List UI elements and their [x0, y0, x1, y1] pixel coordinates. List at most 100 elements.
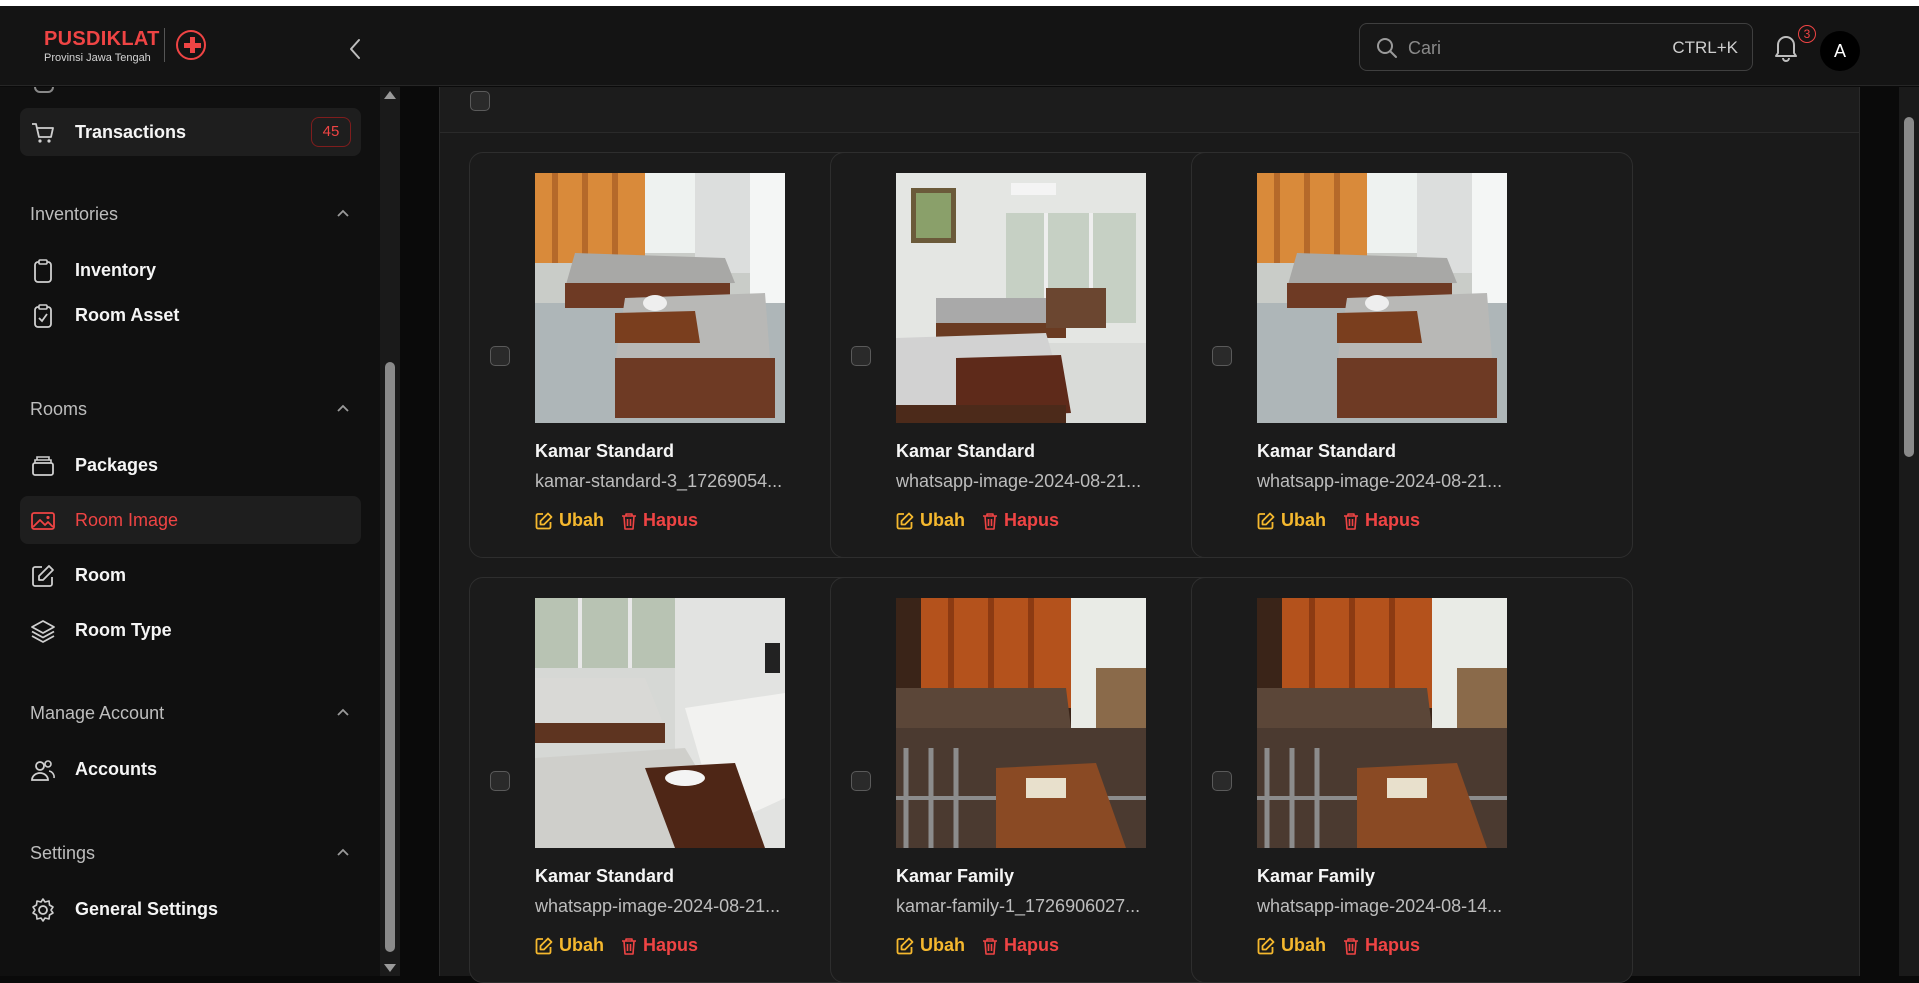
delete-label: Hapus [1004, 935, 1060, 955]
edit-button[interactable]: Ubah [896, 510, 965, 531]
card-title: Kamar Family [896, 866, 1015, 886]
room-image-panel: Kamar Standard kamar-standard-3_17269054… [439, 87, 1860, 983]
sidebar-scrollbar[interactable] [380, 87, 400, 976]
sidebar-item-room-asset[interactable]: Room Asset [20, 291, 361, 339]
layers-icon [31, 620, 55, 643]
section-title: Settings [30, 843, 96, 863]
chevron-up-icon [337, 708, 349, 716]
delete-label: Hapus [643, 935, 699, 955]
edit-icon [535, 937, 553, 954]
section-manage-account-toggle[interactable]: Manage Account [30, 699, 350, 729]
edit-icon [32, 565, 54, 587]
section-settings-toggle[interactable]: Settings [30, 839, 350, 869]
card-checkbox[interactable] [851, 771, 871, 791]
card-title: Kamar Standard [535, 866, 675, 886]
delete-label: Hapus [1365, 935, 1421, 955]
room-photo[interactable] [1257, 598, 1507, 848]
brand-logo[interactable]: PUSDIKLAT Provinsi Jawa Tengah [44, 26, 214, 70]
edit-icon [1257, 937, 1275, 954]
sidebar-item-label: Room Image [75, 510, 179, 530]
main-scrollbar[interactable] [1899, 87, 1919, 976]
delete-button[interactable]: Hapus [1343, 510, 1420, 531]
search-box[interactable]: CTRL+K [1359, 23, 1753, 71]
room-photo[interactable] [535, 598, 785, 848]
delete-button[interactable]: Hapus [982, 935, 1059, 956]
table-header [440, 87, 1859, 133]
cog-icon [32, 898, 54, 922]
card-filename: kamar-standard-3_17269054... [535, 471, 783, 491]
delete-button[interactable]: Hapus [1343, 935, 1420, 956]
users-icon [31, 760, 55, 781]
sidebar-item-label: Room Type [75, 620, 172, 640]
card-title: Kamar Family [1257, 866, 1376, 886]
notifications-button[interactable] [1772, 32, 1802, 66]
sidebar-item-label: Accounts [75, 759, 158, 779]
chevron-left-icon [350, 39, 360, 59]
section-title: Rooms [30, 399, 88, 419]
clipboard-icon [34, 259, 52, 283]
chevron-up-icon [337, 848, 349, 856]
select-all-checkbox[interactable] [470, 91, 490, 111]
sidebar-item-room-image[interactable]: Room Image [20, 496, 361, 544]
sidebar-item-label: General Settings [75, 899, 219, 919]
sidebar-item-room[interactable]: Room [20, 551, 361, 599]
room-photo-image [535, 173, 785, 423]
bell-icon [1775, 36, 1797, 62]
clipboard-check-icon [34, 304, 52, 328]
delete-button[interactable]: Hapus [982, 510, 1059, 531]
section-title: Manage Account [30, 703, 165, 723]
scrolled-partial-icon [34, 87, 54, 93]
scrollbar-thumb[interactable] [385, 362, 395, 952]
edit-button[interactable]: Ubah [1257, 510, 1326, 531]
scroll-down-arrow-icon[interactable] [384, 964, 396, 972]
chevron-up-icon [337, 404, 349, 412]
room-photo[interactable] [535, 173, 785, 423]
edit-icon [896, 937, 914, 954]
edit-button[interactable]: Ubah [896, 935, 965, 956]
sidebar-item-transactions[interactable]: Transactions 45 [20, 108, 361, 156]
stack-icon [32, 456, 54, 476]
section-rooms-toggle[interactable]: Rooms [30, 395, 350, 425]
sidebar: Transactions 45 Inventories Inventory Ro… [0, 87, 380, 976]
card-checkbox[interactable] [1212, 771, 1232, 791]
room-photo[interactable] [1257, 173, 1507, 423]
room-photo-image [535, 598, 785, 848]
section-title: Inventories [30, 204, 119, 224]
delete-button[interactable]: Hapus [621, 510, 698, 531]
sidebar-item-inventory[interactable]: Inventory [20, 246, 361, 294]
sidebar-item-general-settings[interactable]: General Settings [20, 885, 361, 933]
room-photo[interactable] [896, 598, 1146, 848]
image-card: Kamar Standard whatsapp-image-2024-08-21… [1191, 152, 1633, 558]
user-avatar[interactable]: A [1820, 31, 1860, 71]
room-photo[interactable] [896, 173, 1146, 423]
search-input[interactable] [1408, 34, 1638, 62]
room-photo-image [1257, 598, 1507, 848]
edit-button[interactable]: Ubah [1257, 935, 1326, 956]
card-checkbox[interactable] [851, 346, 871, 366]
edit-button[interactable]: Ubah [535, 510, 604, 531]
chevron-up-icon [337, 209, 349, 217]
sidebar-item-room-type[interactable]: Room Type [20, 606, 361, 654]
card-checkbox[interactable] [490, 771, 510, 791]
image-card: Kamar Family whatsapp-image-2024-08-14..… [1191, 577, 1633, 983]
edit-button[interactable]: Ubah [535, 935, 604, 956]
section-inventories-toggle[interactable]: Inventories [30, 200, 350, 230]
sidebar-item-accounts[interactable]: Accounts [20, 745, 361, 793]
scrollbar-thumb[interactable] [1904, 117, 1914, 457]
delete-label: Hapus [643, 510, 699, 530]
card-checkbox[interactable] [490, 346, 510, 366]
edit-label: Ubah [559, 510, 604, 530]
collapse-sidebar-button[interactable] [340, 34, 370, 64]
delete-label: Hapus [1365, 510, 1421, 530]
sidebar-item-packages[interactable]: Packages [20, 441, 361, 489]
card-title: Kamar Standard [1257, 441, 1397, 461]
sidebar-item-label: Packages [75, 455, 159, 475]
scroll-up-arrow-icon[interactable] [384, 91, 396, 99]
sidebar-item-label: Transactions [75, 122, 187, 142]
search-shortcut: CTRL+K [1672, 38, 1738, 57]
room-photo-image [1257, 173, 1507, 423]
card-filename: whatsapp-image-2024-08-14... [1257, 896, 1503, 916]
delete-button[interactable]: Hapus [621, 935, 698, 956]
card-checkbox[interactable] [1212, 346, 1232, 366]
trash-icon [622, 512, 636, 530]
